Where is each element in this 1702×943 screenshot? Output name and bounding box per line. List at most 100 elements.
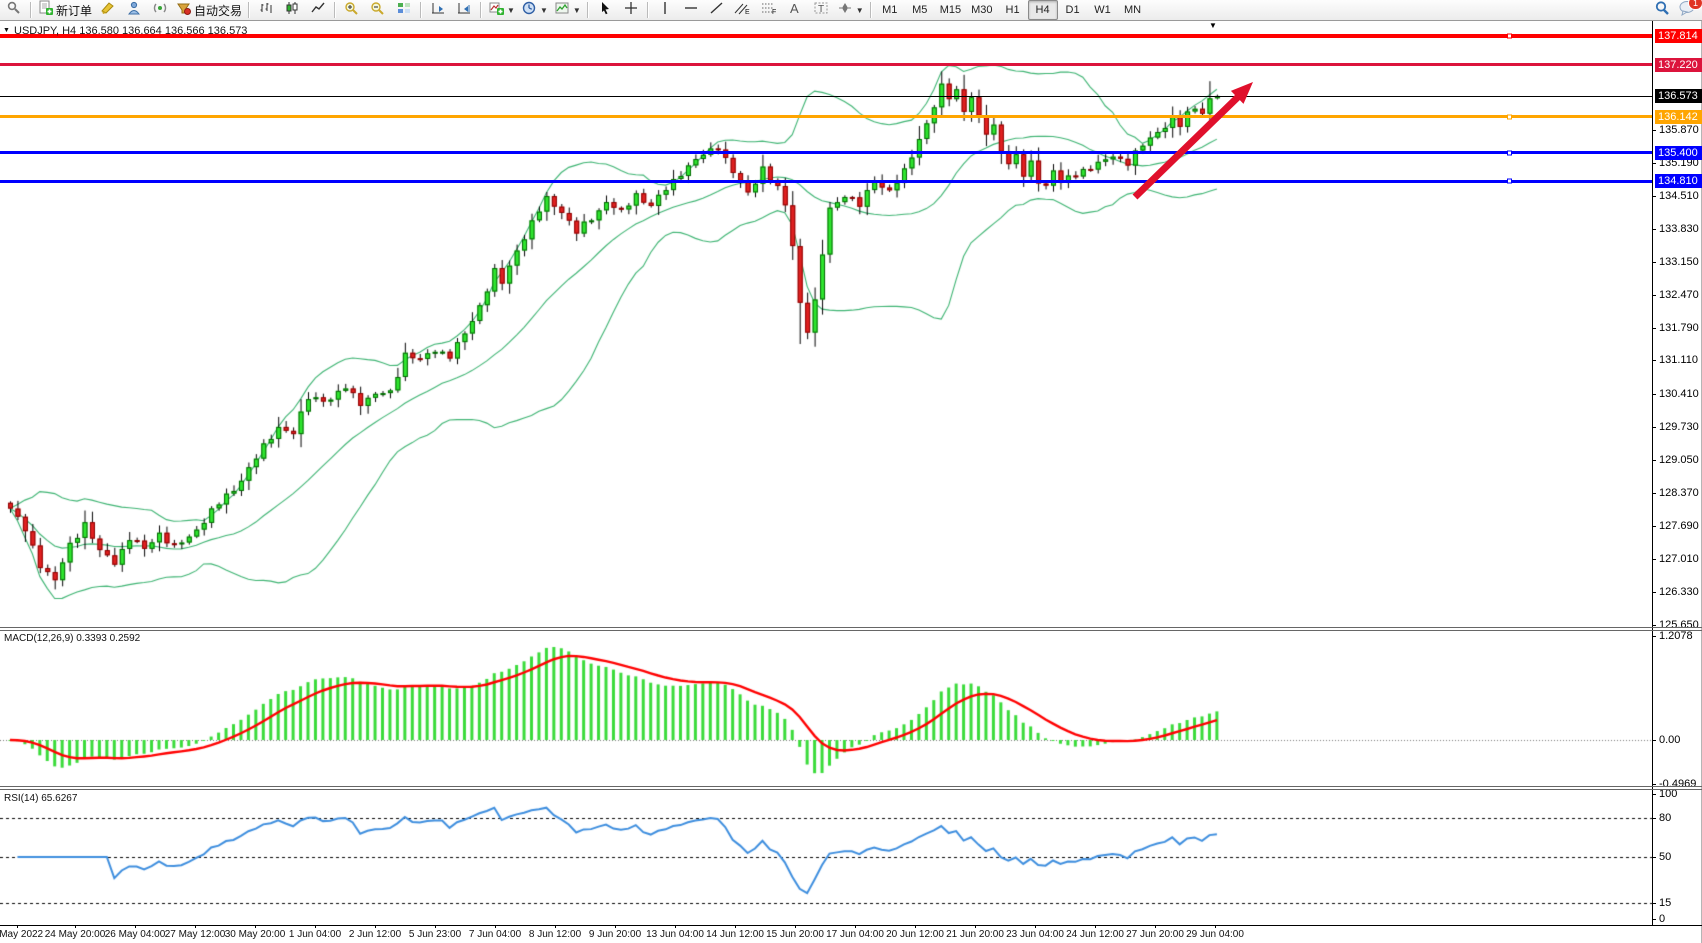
search-left-button[interactable] (1, 0, 27, 20)
chart-context-marker-icon[interactable]: ▼ (3, 27, 10, 34)
horizontal-line-137.814[interactable] (0, 34, 1652, 38)
macd-pane-canvas[interactable] (0, 631, 1652, 786)
price-tick-label: 131.790 (1659, 322, 1699, 334)
vertical-line-button[interactable] (652, 0, 678, 20)
chevron-down-icon[interactable]: ▼ (507, 6, 515, 15)
price-tickmark (1652, 295, 1656, 296)
tile-windows-button[interactable] (391, 0, 417, 20)
timeframe-button-m5[interactable]: M5 (905, 0, 935, 20)
pane-separator[interactable] (0, 630, 1702, 631)
equidistant-channel-icon: E (734, 1, 752, 20)
candlestick-chart-button[interactable] (279, 0, 305, 20)
horizontal-line-137.220[interactable] (0, 63, 1652, 66)
cursor-icon (598, 1, 612, 20)
timeframe-button-w1[interactable]: W1 (1088, 0, 1118, 20)
rsi-tick-label: 15 (1659, 897, 1671, 909)
auto-scroll-button[interactable] (425, 0, 451, 20)
timeframe-button-d1[interactable]: D1 (1058, 0, 1088, 20)
chevron-down-icon[interactable]: ▼ (540, 6, 548, 15)
autotrade-button[interactable]: 自动交易 (173, 0, 245, 20)
signal-button[interactable] (147, 0, 173, 20)
chat-icon[interactable]: 1 (1678, 0, 1696, 21)
chevron-down-icon[interactable]: ▼ (856, 6, 864, 15)
chart-shift-button[interactable] (451, 0, 477, 20)
price-tick-label: 127.010 (1659, 553, 1699, 565)
pane-separator[interactable] (0, 627, 1702, 628)
text-button[interactable]: A (782, 0, 808, 20)
rsi-tickmark (1652, 818, 1656, 819)
crosshair-icon (624, 1, 638, 20)
rsi-pane-canvas[interactable] (0, 790, 1652, 925)
periods-clock-button[interactable]: ▼ (518, 0, 551, 20)
chevron-down-icon[interactable]: ▼ (573, 6, 581, 15)
expert-advisor-button[interactable] (121, 0, 147, 20)
timeframe-button-h1[interactable]: H1 (998, 0, 1028, 20)
time-axis-label: 8 Jun 12:00 (529, 929, 581, 940)
equidistant-channel-button[interactable]: E (730, 0, 756, 20)
label-button[interactable]: T (808, 0, 834, 20)
pane-separator[interactable] (0, 789, 1702, 790)
price-tick-label: 132.470 (1659, 289, 1699, 301)
new-order-button[interactable]: 新订单 (35, 0, 95, 20)
chisel-button[interactable] (95, 0, 121, 20)
rsi-tickmark (1652, 903, 1656, 904)
line-handle[interactable] (1507, 34, 1512, 39)
price-tick-label: 127.690 (1659, 520, 1699, 532)
time-axis-label: 17 Jun 04:00 (826, 929, 884, 940)
bar-chart-button[interactable] (253, 0, 279, 20)
macd-tick-label: 0.00 (1659, 734, 1680, 746)
candlestick-chart-icon (284, 1, 300, 20)
price-line-label: 136.573 (1655, 89, 1702, 103)
line-handle[interactable] (1507, 179, 1512, 184)
time-axis-label: 23 Jun 04:00 (1006, 929, 1064, 940)
rsi-tickmark (1652, 794, 1656, 795)
line-handle[interactable] (1507, 114, 1512, 119)
chisel-icon (100, 1, 116, 20)
price-tick-label: 129.730 (1659, 421, 1699, 433)
fibonacci-button[interactable]: F (756, 0, 782, 20)
timeframe-button-m15[interactable]: M15 (935, 0, 966, 20)
time-axis-label: 21 Jun 20:00 (946, 929, 1004, 940)
price-tick-label: 131.110 (1659, 354, 1698, 366)
crosshair-button[interactable] (618, 0, 644, 20)
mt4-terminal: { "toolbar": { "new_order_label": "新订单",… (0, 0, 1702, 943)
macd-tick-label: 1.2078 (1659, 630, 1693, 642)
timeframe-button-h4[interactable]: H4 (1028, 0, 1058, 20)
macd-tickmark (1652, 784, 1656, 785)
cursor-button[interactable] (592, 0, 618, 20)
horizontal-line-button[interactable] (678, 0, 704, 20)
horizontal-line-icon (683, 1, 699, 20)
pane-separator[interactable] (0, 786, 1702, 787)
bar-chart-icon (258, 1, 274, 20)
main-chart-canvas[interactable] (0, 21, 1652, 627)
timeframe-button-m30[interactable]: M30 (966, 0, 997, 20)
time-axis-label: 30 May 20:00 (225, 929, 286, 940)
toolbar-separator (30, 2, 32, 18)
timeframe-button-m1[interactable]: M1 (875, 0, 905, 20)
template-button[interactable]: ▼ (551, 0, 584, 20)
line-chart-button[interactable] (305, 0, 331, 20)
search-icon[interactable] (1654, 0, 1670, 21)
line-handle[interactable] (1507, 150, 1512, 155)
time-axis-label: 13 Jun 04:00 (646, 929, 704, 940)
zoom-out-button[interactable] (365, 0, 391, 20)
time-axis-label: 27 May 12:00 (165, 929, 226, 940)
horizontal-line-136.573[interactable] (0, 96, 1652, 97)
trend-arrow[interactable] (1120, 65, 1280, 215)
notification-badge: 1 (1688, 0, 1702, 10)
zoom-in-button[interactable] (339, 0, 365, 20)
shapes-button[interactable]: ▼ (834, 0, 867, 20)
trendline-button[interactable] (704, 0, 730, 20)
zoom-in-icon (344, 1, 360, 20)
signal-icon (152, 1, 168, 20)
horizontal-line-135.400[interactable] (0, 151, 1652, 154)
template-icon (554, 1, 570, 20)
horizontal-line-134.810[interactable] (0, 180, 1652, 183)
add-indicator-button[interactable]: ▼ (485, 0, 518, 20)
toolbar-button-label: 自动交易 (194, 2, 242, 19)
toolbar-separator (647, 2, 649, 18)
timeframe-button-mn[interactable]: MN (1118, 0, 1148, 20)
price-tickmark (1652, 163, 1656, 164)
time-axis-label: 14 Jun 12:00 (706, 929, 764, 940)
horizontal-line-136.142[interactable] (0, 115, 1652, 118)
